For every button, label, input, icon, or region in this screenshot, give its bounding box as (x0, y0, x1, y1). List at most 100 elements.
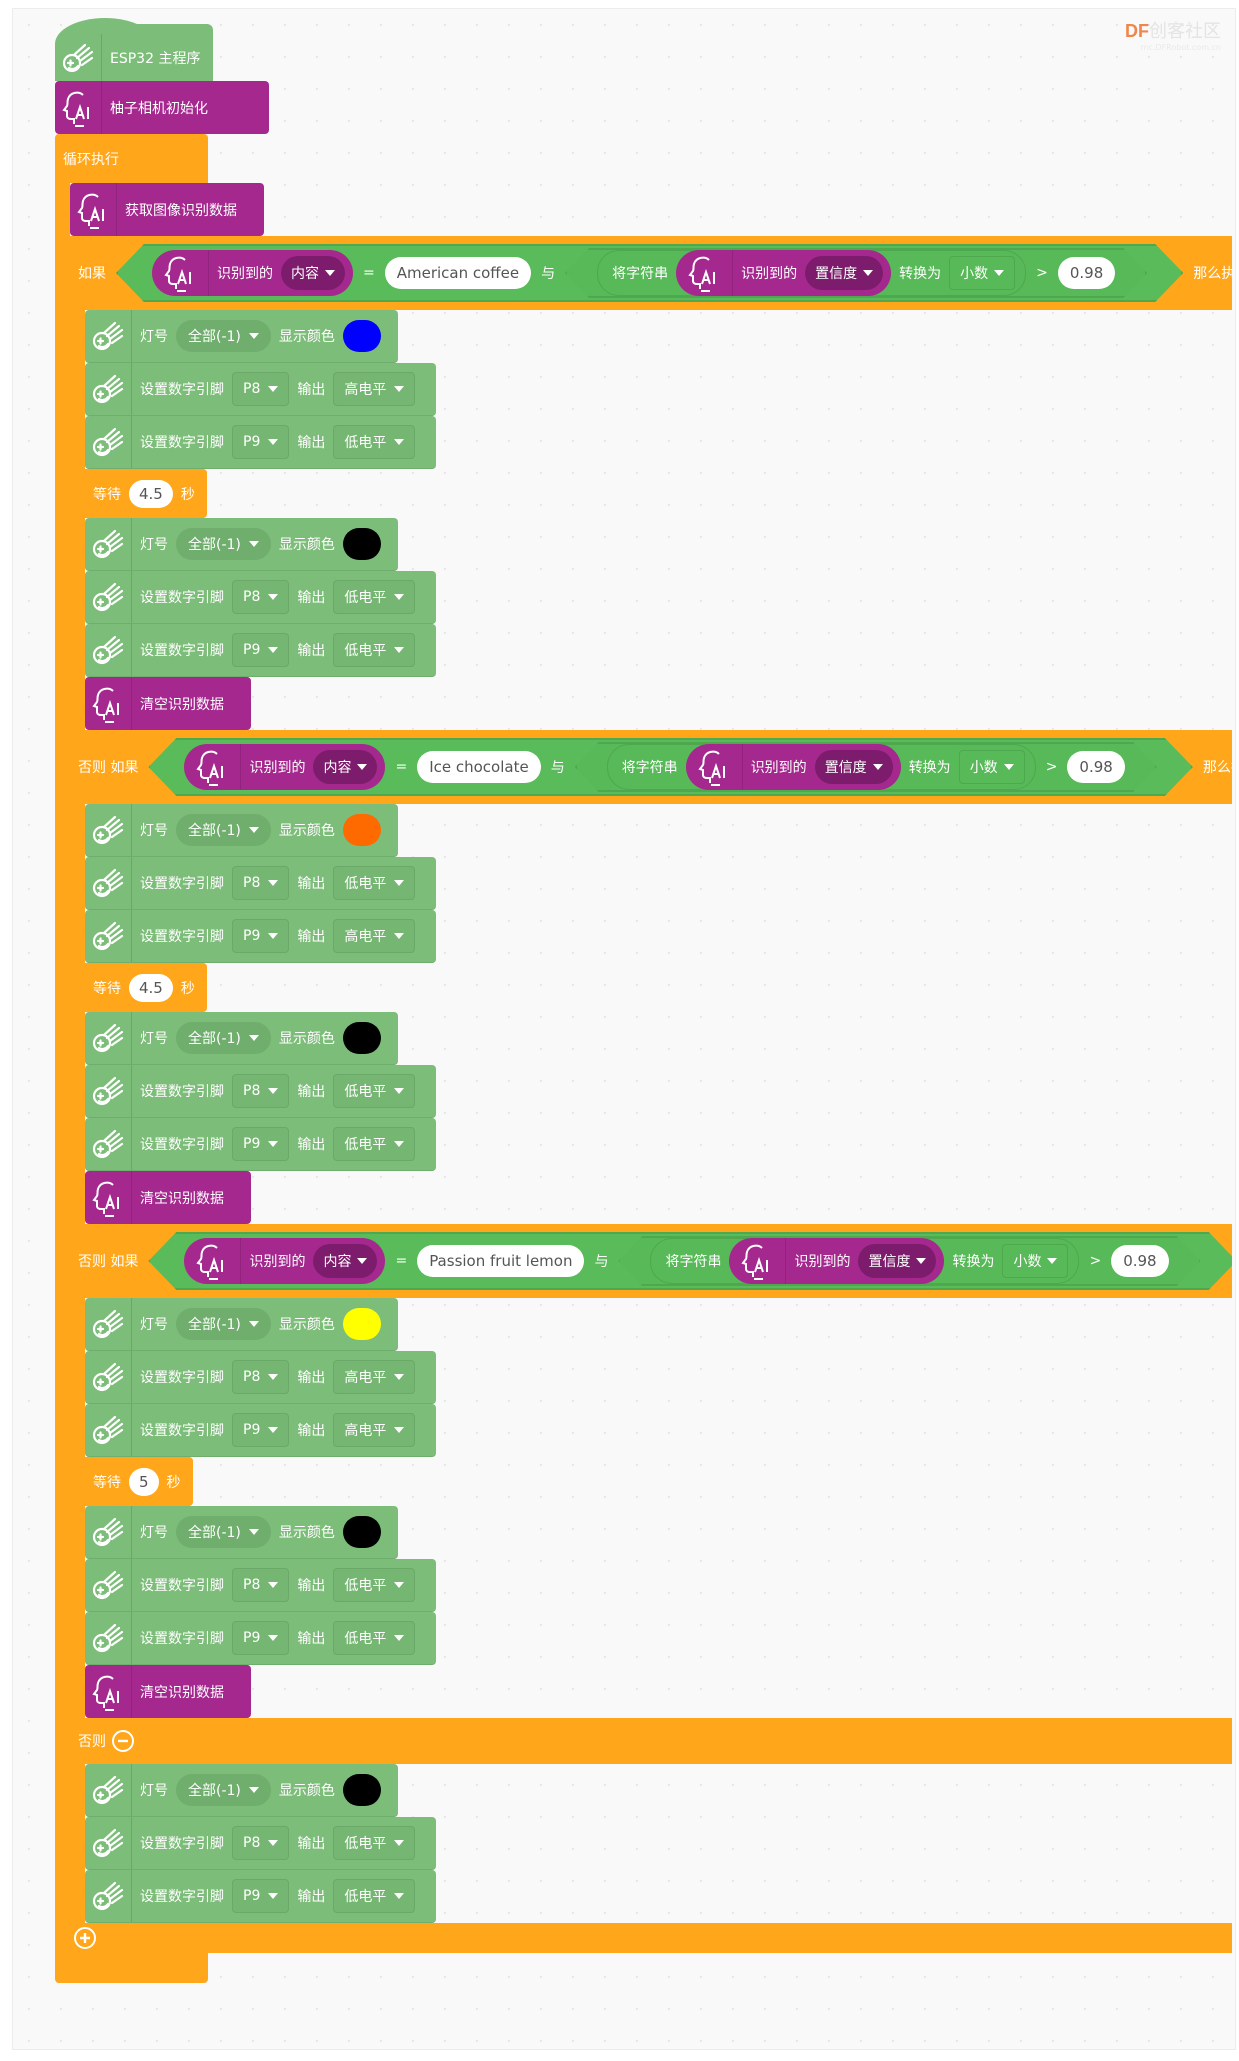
level-dropdown[interactable]: 低电平 (333, 1621, 416, 1655)
pin-dropdown[interactable]: P8 (232, 580, 290, 614)
level-dropdown[interactable]: 高电平 (333, 1360, 416, 1394)
color-swatch[interactable] (342, 814, 381, 846)
set-lamp-color-block[interactable]: 灯号 全部(-1) 显示颜色 (85, 518, 398, 571)
number-type-dropdown[interactable]: 小数 (959, 750, 1025, 784)
pin-dropdown[interactable]: P8 (232, 1568, 290, 1602)
pin-dropdown[interactable]: P8 (232, 1360, 290, 1394)
compare-value-input[interactable]: Ice chocolate (417, 751, 541, 783)
pin-dropdown[interactable]: P9 (232, 1879, 290, 1913)
and-condition[interactable]: 识别到的 内容 = American coffee 与 将字符串 识别到的 置信度 转换为 小数 >… (116, 244, 1183, 302)
set-digital-pin-block[interactable]: 设置数字引脚 P9 输出 低电平 (85, 1612, 436, 1665)
content-dropdown[interactable]: 内容 (281, 256, 345, 290)
clear-recognition-data-block[interactable]: 清空识别数据 (85, 677, 251, 730)
string-convert-reporter[interactable]: 将字符串 识别到的 置信度 转换为 小数 (650, 1238, 1079, 1284)
lamp-dropdown[interactable]: 全部(-1) (176, 528, 271, 560)
pin-dropdown[interactable]: P8 (232, 1826, 290, 1860)
set-digital-pin-block[interactable]: 设置数字引脚 P8 输出 低电平 (85, 857, 436, 910)
color-swatch[interactable] (342, 1774, 381, 1806)
string-convert-reporter[interactable]: 将字符串 识别到的 置信度 转换为 小数 (597, 250, 1026, 296)
wait-block[interactable]: 等待 5 秒 (85, 1457, 193, 1506)
string-convert-reporter[interactable]: 将字符串 识别到的 置信度 转换为 小数 (607, 744, 1036, 790)
level-dropdown[interactable]: 低电平 (333, 1879, 416, 1913)
wait-block[interactable]: 等待 4.5 秒 (85, 469, 207, 518)
lamp-dropdown[interactable]: 全部(-1) (176, 1516, 271, 1548)
clear-recognition-data-block[interactable]: 清空识别数据 (85, 1665, 251, 1718)
and-condition[interactable]: 识别到的 内容 = Passion fruit lemon 与 将字符串 识别到的 置信度 转换… (148, 1232, 1232, 1290)
esp32-main-hat-block[interactable]: ESP32 主程序 (55, 18, 213, 81)
recognized-confidence-reporter[interactable]: 识别到的 置信度 (686, 744, 901, 790)
and-condition[interactable]: 识别到的 内容 = Ice chocolate 与 将字符串 识别到的 置信度 转换为 小数 >0.… (148, 738, 1192, 796)
compare-value-input[interactable]: American coffee (385, 257, 531, 289)
level-dropdown[interactable]: 低电平 (333, 580, 416, 614)
level-dropdown[interactable]: 高电平 (333, 919, 416, 953)
set-digital-pin-block[interactable]: 设置数字引脚 P8 输出 高电平 (85, 1351, 436, 1404)
recognized-content-reporter[interactable]: 识别到的 内容 (184, 1238, 385, 1284)
wait-seconds-input[interactable]: 4.5 (129, 973, 173, 1002)
lamp-dropdown[interactable]: 全部(-1) (176, 320, 271, 352)
lamp-dropdown[interactable]: 全部(-1) (176, 1022, 271, 1054)
set-digital-pin-block[interactable]: 设置数字引脚 P9 输出 低电平 (85, 624, 436, 677)
set-digital-pin-block[interactable]: 设置数字引脚 P9 输出 低电平 (85, 1118, 436, 1171)
pin-dropdown[interactable]: P9 (232, 633, 290, 667)
recognized-confidence-reporter[interactable]: 识别到的 置信度 (729, 1238, 944, 1284)
level-dropdown[interactable]: 高电平 (333, 1413, 416, 1447)
recognized-content-reporter[interactable]: 识别到的 内容 (152, 250, 353, 296)
recognized-content-reporter[interactable]: 识别到的 内容 (184, 744, 385, 790)
set-digital-pin-block[interactable]: 设置数字引脚 P9 输出 低电平 (85, 1870, 436, 1923)
wait-seconds-input[interactable]: 4.5 (129, 479, 173, 508)
greater-than-condition[interactable]: 将字符串 识别到的 置信度 转换为 小数 >0.98 (575, 742, 1157, 792)
color-swatch[interactable] (342, 320, 381, 352)
lamp-dropdown[interactable]: 全部(-1) (176, 1774, 271, 1806)
set-digital-pin-block[interactable]: 设置数字引脚 P9 输出 低电平 (85, 416, 436, 469)
pin-dropdown[interactable]: P9 (232, 1413, 290, 1447)
set-lamp-color-block[interactable]: 灯号 全部(-1) 显示颜色 (85, 1506, 398, 1559)
clear-recognition-data-block[interactable]: 清空识别数据 (85, 1171, 251, 1224)
level-dropdown[interactable]: 低电平 (333, 1568, 416, 1602)
number-type-dropdown[interactable]: 小数 (1002, 1244, 1068, 1278)
add-branch-button[interactable] (74, 1927, 96, 1949)
threshold-input[interactable]: 0.98 (1067, 751, 1124, 783)
set-digital-pin-block[interactable]: 设置数字引脚 P8 输出 低电平 (85, 1559, 436, 1612)
set-digital-pin-block[interactable]: 设置数字引脚 P8 输出 低电平 (85, 571, 436, 624)
set-digital-pin-block[interactable]: 设置数字引脚 P9 输出 高电平 (85, 1404, 436, 1457)
set-digital-pin-block[interactable]: 设置数字引脚 P8 输出 高电平 (85, 363, 436, 416)
pin-dropdown[interactable]: P8 (232, 866, 290, 900)
level-dropdown[interactable]: 低电平 (333, 1826, 416, 1860)
wait-seconds-input[interactable]: 5 (129, 1467, 159, 1496)
greater-than-condition[interactable]: 将字符串 识别到的 置信度 转换为 小数 >0.98 (618, 1236, 1200, 1286)
confidence-dropdown[interactable]: 置信度 (815, 750, 893, 784)
level-dropdown[interactable]: 低电平 (333, 633, 416, 667)
set-digital-pin-block[interactable]: 设置数字引脚 P8 输出 低电平 (85, 1065, 436, 1118)
confidence-dropdown[interactable]: 置信度 (805, 256, 883, 290)
pin-dropdown[interactable]: P9 (232, 1127, 290, 1161)
set-lamp-color-block[interactable]: 灯号 全部(-1) 显示颜色 (85, 310, 398, 363)
confidence-dropdown[interactable]: 置信度 (858, 1244, 936, 1278)
set-lamp-color-block[interactable]: 灯号 全部(-1) 显示颜色 (85, 1764, 398, 1817)
loop-block[interactable]: 循环执行 获取图像识别数据 如果 识别到的 内容 = American coffee 与将… (55, 134, 1232, 1983)
set-lamp-color-block[interactable]: 灯号 全部(-1) 显示颜色 (85, 804, 398, 857)
level-dropdown[interactable]: 低电平 (333, 866, 416, 900)
pin-dropdown[interactable]: P9 (232, 919, 290, 953)
compare-value-input[interactable]: Passion fruit lemon (417, 1245, 584, 1277)
pin-dropdown[interactable]: P9 (232, 1621, 290, 1655)
set-lamp-color-block[interactable]: 灯号 全部(-1) 显示颜色 (85, 1012, 398, 1065)
lamp-dropdown[interactable]: 全部(-1) (176, 814, 271, 846)
color-swatch[interactable] (342, 1308, 381, 1340)
wait-block[interactable]: 等待 4.5 秒 (85, 963, 207, 1012)
color-swatch[interactable] (342, 1022, 381, 1054)
pin-dropdown[interactable]: P9 (232, 425, 290, 459)
level-dropdown[interactable]: 低电平 (333, 425, 416, 459)
set-lamp-color-block[interactable]: 灯号 全部(-1) 显示颜色 (85, 1298, 398, 1351)
level-dropdown[interactable]: 高电平 (333, 372, 416, 406)
level-dropdown[interactable]: 低电平 (333, 1074, 416, 1108)
color-swatch[interactable] (342, 1516, 381, 1548)
threshold-input[interactable]: 0.98 (1058, 257, 1115, 289)
fetch-recognition-data-block[interactable]: 获取图像识别数据 (70, 183, 264, 236)
greater-than-condition[interactable]: 将字符串 识别到的 置信度 转换为 小数 >0.98 (565, 248, 1147, 298)
content-dropdown[interactable]: 内容 (313, 1244, 377, 1278)
number-type-dropdown[interactable]: 小数 (949, 256, 1015, 290)
content-dropdown[interactable]: 内容 (313, 750, 377, 784)
level-dropdown[interactable]: 低电平 (333, 1127, 416, 1161)
remove-branch-button[interactable] (112, 1730, 134, 1752)
set-digital-pin-block[interactable]: 设置数字引脚 P8 输出 低电平 (85, 1817, 436, 1870)
